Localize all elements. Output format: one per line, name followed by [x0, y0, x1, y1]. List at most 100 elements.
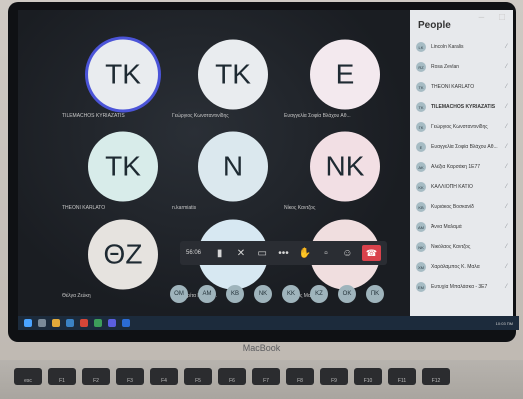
people-list-item[interactable]: TK TILEMACHOS KYRIAZATIS ⁄	[410, 97, 513, 117]
raise-hand-icon[interactable]: ✋	[298, 246, 311, 260]
file-explorer-icon[interactable]	[52, 319, 60, 327]
participant-avatar: N	[198, 131, 268, 201]
keyboard-key: F12	[422, 368, 450, 385]
keyboard-key: F7	[252, 368, 280, 385]
participant-avatar: TK	[88, 39, 158, 109]
edge-icon[interactable]	[66, 319, 74, 327]
mic-muted-icon: ⁄	[505, 284, 507, 290]
keyboard-key: F11	[388, 368, 416, 385]
more-options-icon[interactable]: •••	[277, 246, 290, 260]
person-name: Χαράλαμπος Κ. Μαλα	[431, 264, 480, 270]
person-avatar: ΝΚ	[416, 242, 426, 252]
person-name: Ευτυχία Μπαλάσκα - 3Ε7	[431, 284, 488, 290]
people-list-item[interactable]: Ε Ευαγγελία Σοφία Βλάχου Αθ... ⁄	[410, 137, 513, 157]
mic-muted-icon: ⁄	[505, 224, 507, 230]
participant-tile[interactable]: Nn.karmiatis	[168, 122, 298, 217]
person-avatar: ΧΜ	[416, 262, 426, 272]
mic-muted-icon: ⁄	[505, 104, 507, 110]
maximize-button[interactable]: □	[499, 12, 505, 23]
mic-muted-icon: ⁄	[505, 124, 507, 130]
people-list-item[interactable]: ΓΚ Γεώργιος Κωνσταντινίδης ⁄	[410, 117, 513, 137]
people-list-item[interactable]: ΑΜ Άννα Μαλαμά ⁄	[410, 217, 513, 237]
mic-muted-icon: ⁄	[505, 44, 507, 50]
mic-muted-icon: ⁄	[505, 204, 507, 210]
person-avatar: ΚΒ	[416, 202, 426, 212]
participant-tile[interactable]: NK Νίκος Καντζος	[280, 122, 410, 217]
overflow-participant-chip[interactable]: ΚΖ	[310, 285, 328, 303]
person-name: Ευαγγελία Σοφία Βλάχου Αθ...	[431, 144, 498, 150]
people-list-item[interactable]: LK Lincoln Karalis ⁄	[410, 37, 513, 57]
search-icon[interactable]	[38, 319, 46, 327]
screen: TK TILEMACHOS KYRIAZATIS TK Γεώργιος Κωνστα…	[18, 10, 513, 316]
overflow-participant-chip[interactable]: ΑΜ	[198, 285, 216, 303]
overflow-participant-chip[interactable]: ΝΚ	[254, 285, 272, 303]
participant-avatar: TK	[198, 39, 268, 109]
participant-name: Θέλγα Ζεύκη	[62, 293, 91, 299]
people-list-item[interactable]: ΝΚ Νικόλαος Καντζος ⁄	[410, 237, 513, 257]
keyboard-key: F9	[320, 368, 348, 385]
overflow-participant-chip[interactable]: ΚΚ	[282, 285, 300, 303]
mic-muted-icon: ⁄	[505, 164, 507, 170]
people-list-item[interactable]: ΕΜ Ευτυχία Μπαλάσκα - 3Ε7 ⁄	[410, 277, 513, 297]
person-name: Κυριάκος Βοσκανίδ	[431, 204, 474, 210]
laptop-brand: MacBook	[242, 343, 281, 353]
participant-avatar: NK	[310, 131, 380, 201]
function-keys: esc F1 F2 F3 F4 F5 F6 F7 F8 F9 F10 F11 F12	[14, 368, 450, 385]
person-name: Νικόλαος Καντζος	[431, 244, 471, 250]
keyboard-key: F4	[150, 368, 178, 385]
participant-name: Γεώργιος Κωνσταντινίδης	[172, 113, 229, 119]
participant-name: Ευαγγελία Σοφία Βλάχου Αθ...	[284, 113, 351, 119]
mic-muted-icon: ⁄	[505, 244, 507, 250]
hang-up-button[interactable]: ☎	[361, 245, 381, 261]
mic-muted-icon: ⁄	[505, 144, 507, 150]
minimize-button[interactable]: –	[479, 12, 485, 23]
keyboard-key: F2	[82, 368, 110, 385]
person-avatar: ΑΚ	[416, 162, 426, 172]
meeting-stage: TK TILEMACHOS KYRIAZATIS TK Γεώργιος Κωνστα…	[18, 10, 410, 316]
overflow-participants: ΟΜ ΑΜ ΚΒ ΝΚ ΚΚ ΚΖ ΟΚ ΠΚ	[170, 285, 410, 303]
teams-icon[interactable]	[108, 319, 116, 327]
chrome-icon[interactable]	[80, 319, 88, 327]
person-name: Γεώργιος Κωνσταντινίδης	[431, 124, 488, 130]
camera-icon[interactable]: ▮	[213, 246, 226, 260]
chat-icon[interactable]: ▫	[319, 246, 332, 260]
person-name: TILEMACHOS KYRIAZATIS	[431, 104, 496, 110]
participant-tile[interactable]: TK Γεώργιος Κωνσταντινίδης	[168, 30, 298, 125]
people-list-item[interactable]: ΧΜ Χαράλαμπος Κ. Μαλα ⁄	[410, 257, 513, 277]
participant-avatar: E	[310, 39, 380, 109]
person-avatar: ΑΜ	[416, 222, 426, 232]
person-avatar: ΚΚ	[416, 182, 426, 192]
keyboard-key: F6	[218, 368, 246, 385]
keyboard-key: F5	[184, 368, 212, 385]
window-controls: – □	[467, 12, 505, 23]
people-list-item[interactable]: RZ Rosa Zevlan ⁄	[410, 57, 513, 77]
system-tray-clock: 10:03 ΠΜ	[495, 320, 513, 326]
people-list-item[interactable]: ΚΚ ΚΑΛΛΙΟΠΗ ΚΑΤΙΟ ⁄	[410, 177, 513, 197]
people-list-item[interactable]: ΚΒ Κυριάκος Βοσκανίδ ⁄	[410, 197, 513, 217]
people-list: LK Lincoln Karalis ⁄ RZ Rosa Zevlan ⁄ TK THEONI…	[410, 37, 513, 297]
word-icon[interactable]	[122, 319, 130, 327]
overflow-participant-chip[interactable]: ΟΜ	[170, 285, 188, 303]
mic-muted-icon: ⁄	[505, 84, 507, 90]
share-screen-icon[interactable]: ▭	[256, 246, 269, 260]
participant-tile[interactable]: E Ευαγγελία Σοφία Βλάχου Αθ...	[280, 30, 410, 125]
people-list-item[interactable]: ΑΚ Αλέξια Καρσάκη 1Ε77 ⁄	[410, 157, 513, 177]
person-name: Rosa Zevlan	[431, 64, 460, 70]
start-icon[interactable]	[24, 319, 32, 327]
mic-muted-icon: ⁄	[505, 184, 507, 190]
participants-icon[interactable]: ☺	[341, 246, 354, 260]
excel-icon[interactable]	[94, 319, 102, 327]
overflow-participant-chip[interactable]: ΠΚ	[366, 285, 384, 303]
participant-avatar: ΘΖ	[88, 219, 158, 289]
mic-muted-icon[interactable]: ✕	[234, 246, 247, 260]
keyboard-key: F3	[116, 368, 144, 385]
person-avatar: TK	[416, 82, 426, 92]
keyboard-key: F10	[354, 368, 382, 385]
person-avatar: Ε	[416, 142, 426, 152]
keyboard-key: esc	[14, 368, 42, 385]
keyboard-key: F8	[286, 368, 314, 385]
person-name: Άννα Μαλαμά	[431, 224, 462, 230]
overflow-participant-chip[interactable]: ΚΒ	[226, 285, 244, 303]
people-list-item[interactable]: TK THEONI KARLATO ⁄	[410, 77, 513, 97]
overflow-participant-chip[interactable]: ΟΚ	[338, 285, 356, 303]
